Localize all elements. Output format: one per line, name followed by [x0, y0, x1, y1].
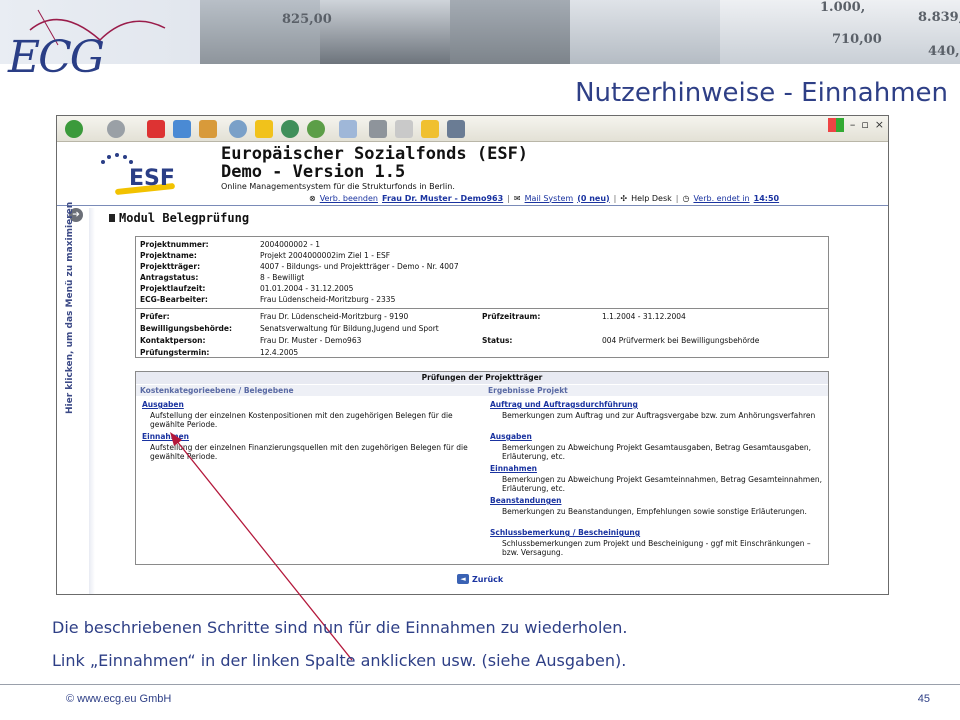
- info-row: Prüfer: Frau Dr. Lüdenscheid-Moritzburg -…: [140, 312, 686, 321]
- print-icon[interactable]: [369, 120, 387, 138]
- close-icon[interactable]: ×: [875, 118, 884, 132]
- instruction-line-2: Link „Einnahmen“ in der linken Spalte an…: [52, 651, 627, 670]
- desc-auftrag: Bemerkungen zum Auftrag und zur Auftrags…: [502, 411, 816, 420]
- banner-number: 8.839,: [918, 10, 960, 25]
- column-headers: Kostenkategorieebene / Belegebene Ergebn…: [136, 385, 828, 396]
- esf-application: ESF Europäischer Sozialfonds (ESF) Demo …: [57, 142, 888, 594]
- mail-icon[interactable]: [339, 120, 357, 138]
- app-title: Europäischer Sozialfonds (ESF): [221, 144, 529, 164]
- windows-logo-icon: [827, 118, 844, 132]
- mail-icon: ✉: [513, 193, 521, 203]
- app-version: Demo - Version 1.5: [221, 162, 406, 182]
- page-number: 45: [917, 693, 930, 705]
- window-controls: – ▫ ×: [827, 118, 884, 132]
- user-link[interactable]: Frau Dr. Muster - Demo963: [382, 194, 503, 203]
- session-time: 14:50: [753, 193, 780, 203]
- browser-screenshot: – ▫ × ESF Europäischer Sozialfonds (ESF)…: [56, 115, 889, 595]
- forward-icon[interactable]: [107, 120, 125, 138]
- info-row: Bewilligungsbehörde: Senatsverwaltung für…: [140, 324, 439, 333]
- banner-number: 825,00: [282, 12, 332, 27]
- minimize-icon[interactable]: –: [850, 118, 856, 132]
- ecg-logo: ECG: [0, 0, 200, 90]
- link-einnahmen-right[interactable]: Einnahmen: [490, 464, 537, 473]
- history-icon[interactable]: [307, 120, 325, 138]
- browser-toolbar: – ▫ ×: [57, 116, 888, 142]
- link-einnahmen-left[interactable]: Einnahmen: [142, 432, 189, 441]
- instruction-line-1: Die beschriebenen Schritte sind nun für …: [52, 618, 628, 637]
- footer-copyright: © www.ecg.eu GmbH: [66, 693, 172, 705]
- menu-expand-tab[interactable]: ➔ Hier klicken, um das Menü zu maximiere…: [65, 202, 87, 593]
- back-label: Zurück: [472, 574, 504, 584]
- info-row: Prüfungstermin: 12.4.2005: [140, 348, 299, 357]
- app-header: ESF Europäischer Sozialfonds (ESF) Demo …: [57, 142, 888, 204]
- banner-photo: [570, 0, 720, 64]
- banner-number: 440,0: [928, 44, 960, 59]
- session-end-label: Verb. endet in: [693, 193, 750, 203]
- desc-einnahmen-right: Bemerkungen zu Abweichung Projekt Gesamt…: [502, 475, 822, 493]
- media-icon[interactable]: [281, 120, 299, 138]
- maximize-icon[interactable]: ▫: [861, 118, 868, 132]
- search-icon[interactable]: [229, 120, 247, 138]
- link-ausgaben-left[interactable]: Ausgaben: [142, 400, 184, 409]
- footer-divider: [0, 684, 960, 685]
- link-auftrag[interactable]: Auftrag und Auftragsdurchführung: [490, 400, 638, 409]
- banner-photo: [200, 0, 320, 64]
- helpdesk-link[interactable]: Help Desk: [631, 194, 672, 203]
- column-header-right: Ergebnisse Projekt: [488, 386, 568, 395]
- mail-system-link[interactable]: Mail System: [525, 194, 574, 203]
- desc-beanstandungen: Bemerkungen zu Beanstandungen, Empfehlun…: [502, 507, 807, 516]
- mail-count[interactable]: (0 neu): [577, 194, 609, 203]
- desc-ausgaben-right: Bemerkungen zu Abweichung Projekt Gesamt…: [502, 443, 811, 461]
- session-status-bar: ⊗ Verb. beenden Frau Dr. Muster - Demo96…: [309, 193, 780, 203]
- header-divider: [57, 205, 888, 206]
- desc-ausgaben-left: Aufstellung der einzelnen Kostenposition…: [150, 411, 453, 429]
- clock-icon: ◷: [682, 193, 690, 203]
- column-header-left: Kostenkategorieebene / Belegebene: [140, 386, 294, 395]
- edit-icon[interactable]: [395, 120, 413, 138]
- module-title: Modul Belegprüfung: [109, 211, 249, 225]
- messenger-icon[interactable]: [447, 120, 465, 138]
- pruefungen-heading: Prüfungen der Projektträger: [136, 372, 828, 384]
- link-beanstandungen[interactable]: Beanstandungen: [490, 496, 562, 505]
- back-button[interactable]: ◄ Zurück: [457, 574, 503, 584]
- bullet-icon: [109, 214, 115, 222]
- home-icon[interactable]: [199, 120, 217, 138]
- stop-icon[interactable]: [147, 120, 165, 138]
- desc-einnahmen-left: Aufstellung der einzelnen Finanzierungsq…: [150, 443, 468, 461]
- slide: 825,00 1.000, 8.839, 710,00 440,0 ECG Nu…: [0, 0, 960, 720]
- info-row: Kontaktperson: Frau Dr. Muster - Demo963 S…: [140, 336, 760, 345]
- esf-logo: ESF: [97, 152, 187, 196]
- logout-link[interactable]: Verb. beenden: [320, 194, 378, 203]
- banner-number: 710,00: [832, 32, 882, 47]
- banner-number: 1.000,: [820, 0, 866, 15]
- esf-logo-text: ESF: [129, 166, 175, 191]
- banner-photo: [450, 0, 570, 64]
- pruefungen-table: Prüfungen der Projektträger Kostenkatego…: [135, 371, 829, 565]
- folder-icon[interactable]: [421, 120, 439, 138]
- logo-text: ECG: [8, 32, 105, 83]
- info-divider: [136, 308, 828, 309]
- link-schlussbemerkung[interactable]: Schlussbemerkung / Bescheinigung: [490, 528, 640, 537]
- back-icon[interactable]: [65, 120, 83, 138]
- refresh-icon[interactable]: [173, 120, 191, 138]
- desc-schlussbemerkung: Schlussbemerkungen zum Projekt und Besch…: [502, 539, 811, 557]
- app-subtitle: Online Managementsystem für die Struktur…: [221, 182, 455, 191]
- banner-photo: [320, 0, 450, 64]
- favorites-icon[interactable]: [255, 120, 273, 138]
- slide-title: Nutzerhinweise - Einnahmen: [575, 78, 948, 108]
- helpdesk-icon: ✣: [620, 193, 628, 203]
- back-arrow-icon: ◄: [457, 574, 469, 584]
- side-gutter: [89, 208, 95, 594]
- logout-icon: ⊗: [309, 193, 316, 203]
- link-ausgaben-right[interactable]: Ausgaben: [490, 432, 532, 441]
- project-info-table: Projektnummer: 2004000002 - 1 Projektname…: [135, 236, 829, 358]
- menu-expand-label[interactable]: Hier klicken, um das Menü zu maximieren: [65, 202, 75, 414]
